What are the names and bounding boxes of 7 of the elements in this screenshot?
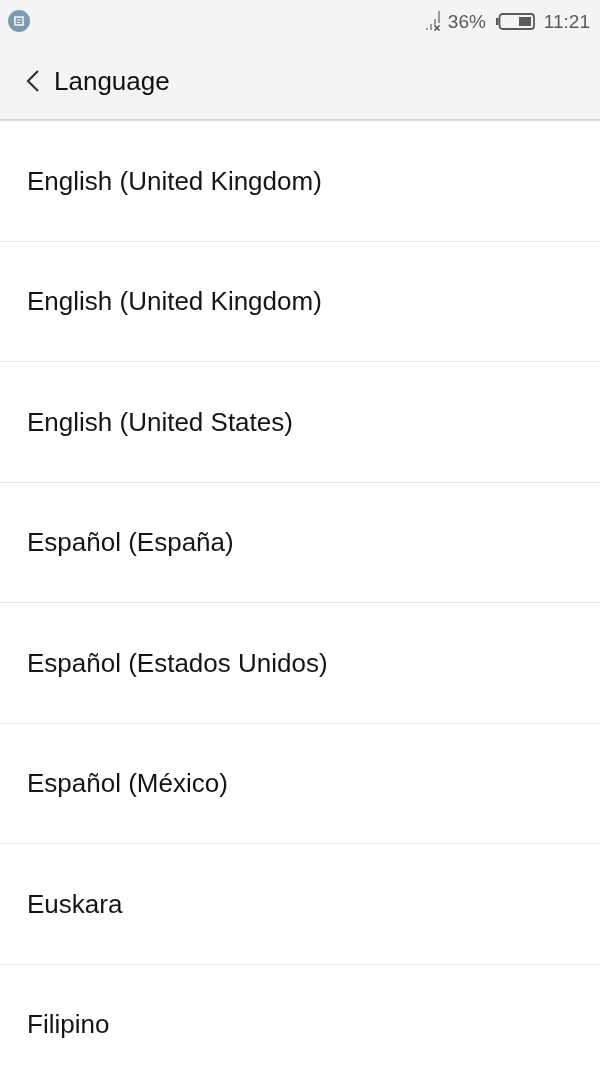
page-title: Language (54, 67, 170, 94)
app-notification-icon (8, 10, 30, 32)
clock-time: 11:21 (543, 11, 590, 31)
battery-percentage: 36% (447, 11, 486, 31)
no-signal-icon (424, 11, 442, 31)
back-icon[interactable] (26, 68, 40, 93)
battery-icon (495, 12, 535, 30)
